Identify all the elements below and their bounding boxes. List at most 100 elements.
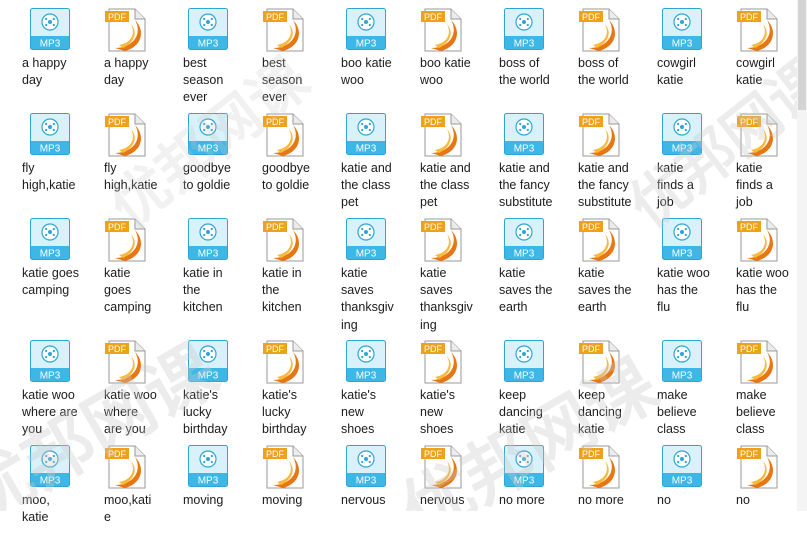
- file-item-pdf[interactable]: PDF katie woo has the flu: [711, 210, 790, 330]
- file-item-pdf[interactable]: PDF katie's lucky birthday: [237, 332, 316, 452]
- file-item-mp3[interactable]: MP3 katie goes camping: [0, 210, 79, 330]
- svg-text:MP3: MP3: [198, 249, 219, 260]
- file-name-label: boo katie woo: [420, 56, 471, 88]
- svg-text:MP3: MP3: [514, 39, 535, 50]
- file-item-mp3[interactable]: MP3 katie's new shoes: [316, 332, 395, 452]
- pdf-document-icon: PDF: [579, 218, 625, 262]
- file-item-mp3[interactable]: MP3 goodbye to goldie: [158, 105, 237, 225]
- svg-text:PDF: PDF: [740, 12, 759, 22]
- file-item-mp3[interactable]: MP3 katie in the kitchen: [158, 210, 237, 330]
- file-name-label: katie and the class pet: [341, 161, 392, 210]
- file-item-mp3[interactable]: MP3 katie's lucky birthday: [158, 332, 237, 452]
- pdf-document-icon: PDF: [421, 340, 467, 384]
- pdf-document-icon: PDF: [737, 340, 783, 384]
- file-name-label: nervous: [420, 493, 465, 507]
- file-item-mp3[interactable]: MP3 boss of the world: [474, 0, 553, 120]
- mp3-audio-file-icon: MP3: [346, 445, 386, 487]
- file-item-pdf[interactable]: PDF boss of the world: [553, 0, 632, 120]
- file-item-mp3[interactable]: MP3 a happy day: [0, 0, 79, 120]
- svg-text:PDF: PDF: [582, 12, 601, 22]
- file-name-label: boss of the world: [499, 56, 550, 88]
- file-item-pdf[interactable]: PDF nervous: [395, 437, 474, 557]
- file-name-label: moving: [262, 493, 303, 507]
- file-name-label: a happy day: [22, 56, 67, 88]
- mp3-audio-file-icon: MP3: [504, 113, 544, 155]
- file-item-mp3[interactable]: MP3 katie woo where are you: [0, 332, 79, 452]
- file-item-mp3[interactable]: MP3 moving: [158, 437, 237, 557]
- file-item-mp3[interactable]: MP3 best season ever: [158, 0, 237, 120]
- file-item-pdf[interactable]: PDF katie in the kitchen: [237, 210, 316, 330]
- pdf-document-icon: PDF: [263, 218, 309, 262]
- file-name-label: katie woo has the flu: [736, 266, 789, 315]
- file-name-label: a happy day: [104, 56, 149, 88]
- pdf-document-icon: PDF: [579, 445, 625, 489]
- file-item-mp3[interactable]: MP3 boo katie woo: [316, 0, 395, 120]
- svg-text:MP3: MP3: [672, 371, 693, 382]
- file-item-pdf[interactable]: PDF moving: [237, 437, 316, 557]
- file-item-pdf[interactable]: PDF best season ever: [237, 0, 316, 120]
- file-name-label: katie saves the earth: [578, 266, 632, 315]
- file-name-label: katie saves thanksgiving: [341, 266, 394, 332]
- svg-text:PDF: PDF: [266, 344, 285, 354]
- mp3-audio-file-icon: MP3: [504, 340, 544, 382]
- file-item-pdf[interactable]: PDF katie goes camping: [79, 210, 158, 330]
- mp3-audio-file-icon: MP3: [188, 340, 228, 382]
- file-item-pdf[interactable]: PDF no more: [553, 437, 632, 557]
- file-name-label: no more: [578, 493, 624, 507]
- svg-text:PDF: PDF: [108, 344, 127, 354]
- file-name-label: katie finds a job: [657, 161, 694, 210]
- file-item-pdf[interactable]: PDF katie saves thanksgiving: [395, 210, 474, 332]
- file-item-pdf[interactable]: PDF a happy day: [79, 0, 158, 120]
- file-item-pdf[interactable]: PDF cowgirl katie: [711, 0, 790, 120]
- file-item-pdf[interactable]: PDF katie and the class pet: [395, 105, 474, 225]
- file-item-mp3[interactable]: MP3 katie saves thanksgiving: [316, 210, 395, 332]
- file-name-label: katie and the fancy substitute: [578, 161, 632, 210]
- file-item-mp3[interactable]: MP3 fly high,katie: [0, 105, 79, 225]
- file-item-mp3[interactable]: MP3 katie and the class pet: [316, 105, 395, 225]
- file-item-pdf[interactable]: PDF moo,katie: [79, 437, 158, 557]
- mp3-audio-file-icon: MP3: [188, 113, 228, 155]
- svg-text:MP3: MP3: [672, 39, 693, 50]
- pdf-document-icon: PDF: [263, 445, 309, 489]
- file-item-mp3[interactable]: MP3 cowgirl katie: [632, 0, 711, 120]
- file-item-mp3[interactable]: MP3 nervous: [316, 437, 395, 557]
- file-item-pdf[interactable]: PDF katie woo where are you: [79, 332, 158, 452]
- file-item-pdf[interactable]: PDF katie saves the earth: [553, 210, 632, 330]
- file-item-pdf[interactable]: PDF goodbye to goldie: [237, 105, 316, 225]
- svg-text:MP3: MP3: [40, 476, 61, 487]
- svg-text:PDF: PDF: [740, 117, 759, 127]
- file-item-pdf[interactable]: PDF no: [711, 437, 790, 557]
- file-name-label: no: [736, 493, 750, 507]
- svg-text:PDF: PDF: [740, 449, 759, 459]
- pdf-document-icon: PDF: [579, 8, 625, 52]
- file-item-pdf[interactable]: PDF make believe class: [711, 332, 790, 452]
- file-item-pdf[interactable]: PDF keep dancing katie: [553, 332, 632, 452]
- file-item-mp3[interactable]: MP3 moo, katie: [0, 437, 79, 557]
- svg-text:PDF: PDF: [424, 117, 443, 127]
- file-item-mp3[interactable]: MP3 katie and the fancy substitute: [474, 105, 553, 225]
- mp3-audio-file-icon: MP3: [346, 218, 386, 260]
- file-item-mp3[interactable]: MP3 keep dancing katie: [474, 332, 553, 452]
- file-item-pdf[interactable]: PDF katie's new shoes: [395, 332, 474, 452]
- scrollbar-thumb[interactable]: [798, 0, 806, 110]
- file-item-pdf[interactable]: PDF katie and the fancy substitute: [553, 105, 632, 225]
- mp3-audio-file-icon: MP3: [346, 8, 386, 50]
- pdf-document-icon: PDF: [737, 445, 783, 489]
- file-item-mp3[interactable]: MP3 katie saves the earth: [474, 210, 553, 330]
- file-item-pdf[interactable]: PDF katie finds a job: [711, 105, 790, 225]
- pdf-document-icon: PDF: [421, 8, 467, 52]
- pdf-document-icon: PDF: [105, 8, 151, 52]
- file-item-mp3[interactable]: MP3 katie woo has the flu: [632, 210, 711, 330]
- file-name-label: best season ever: [183, 56, 224, 105]
- svg-text:PDF: PDF: [424, 222, 443, 232]
- file-item-mp3[interactable]: MP3 katie finds a job: [632, 105, 711, 225]
- pdf-document-icon: PDF: [105, 340, 151, 384]
- file-item-mp3[interactable]: MP3 make believe class: [632, 332, 711, 452]
- file-item-mp3[interactable]: MP3 no: [632, 437, 711, 557]
- file-item-mp3[interactable]: MP3 no more: [474, 437, 553, 557]
- file-item-pdf[interactable]: PDF boo katie woo: [395, 0, 474, 120]
- pdf-document-icon: PDF: [105, 113, 151, 157]
- file-item-pdf[interactable]: PDF fly high,katie: [79, 105, 158, 225]
- vertical-scrollbar[interactable]: [797, 0, 807, 511]
- svg-text:PDF: PDF: [582, 449, 601, 459]
